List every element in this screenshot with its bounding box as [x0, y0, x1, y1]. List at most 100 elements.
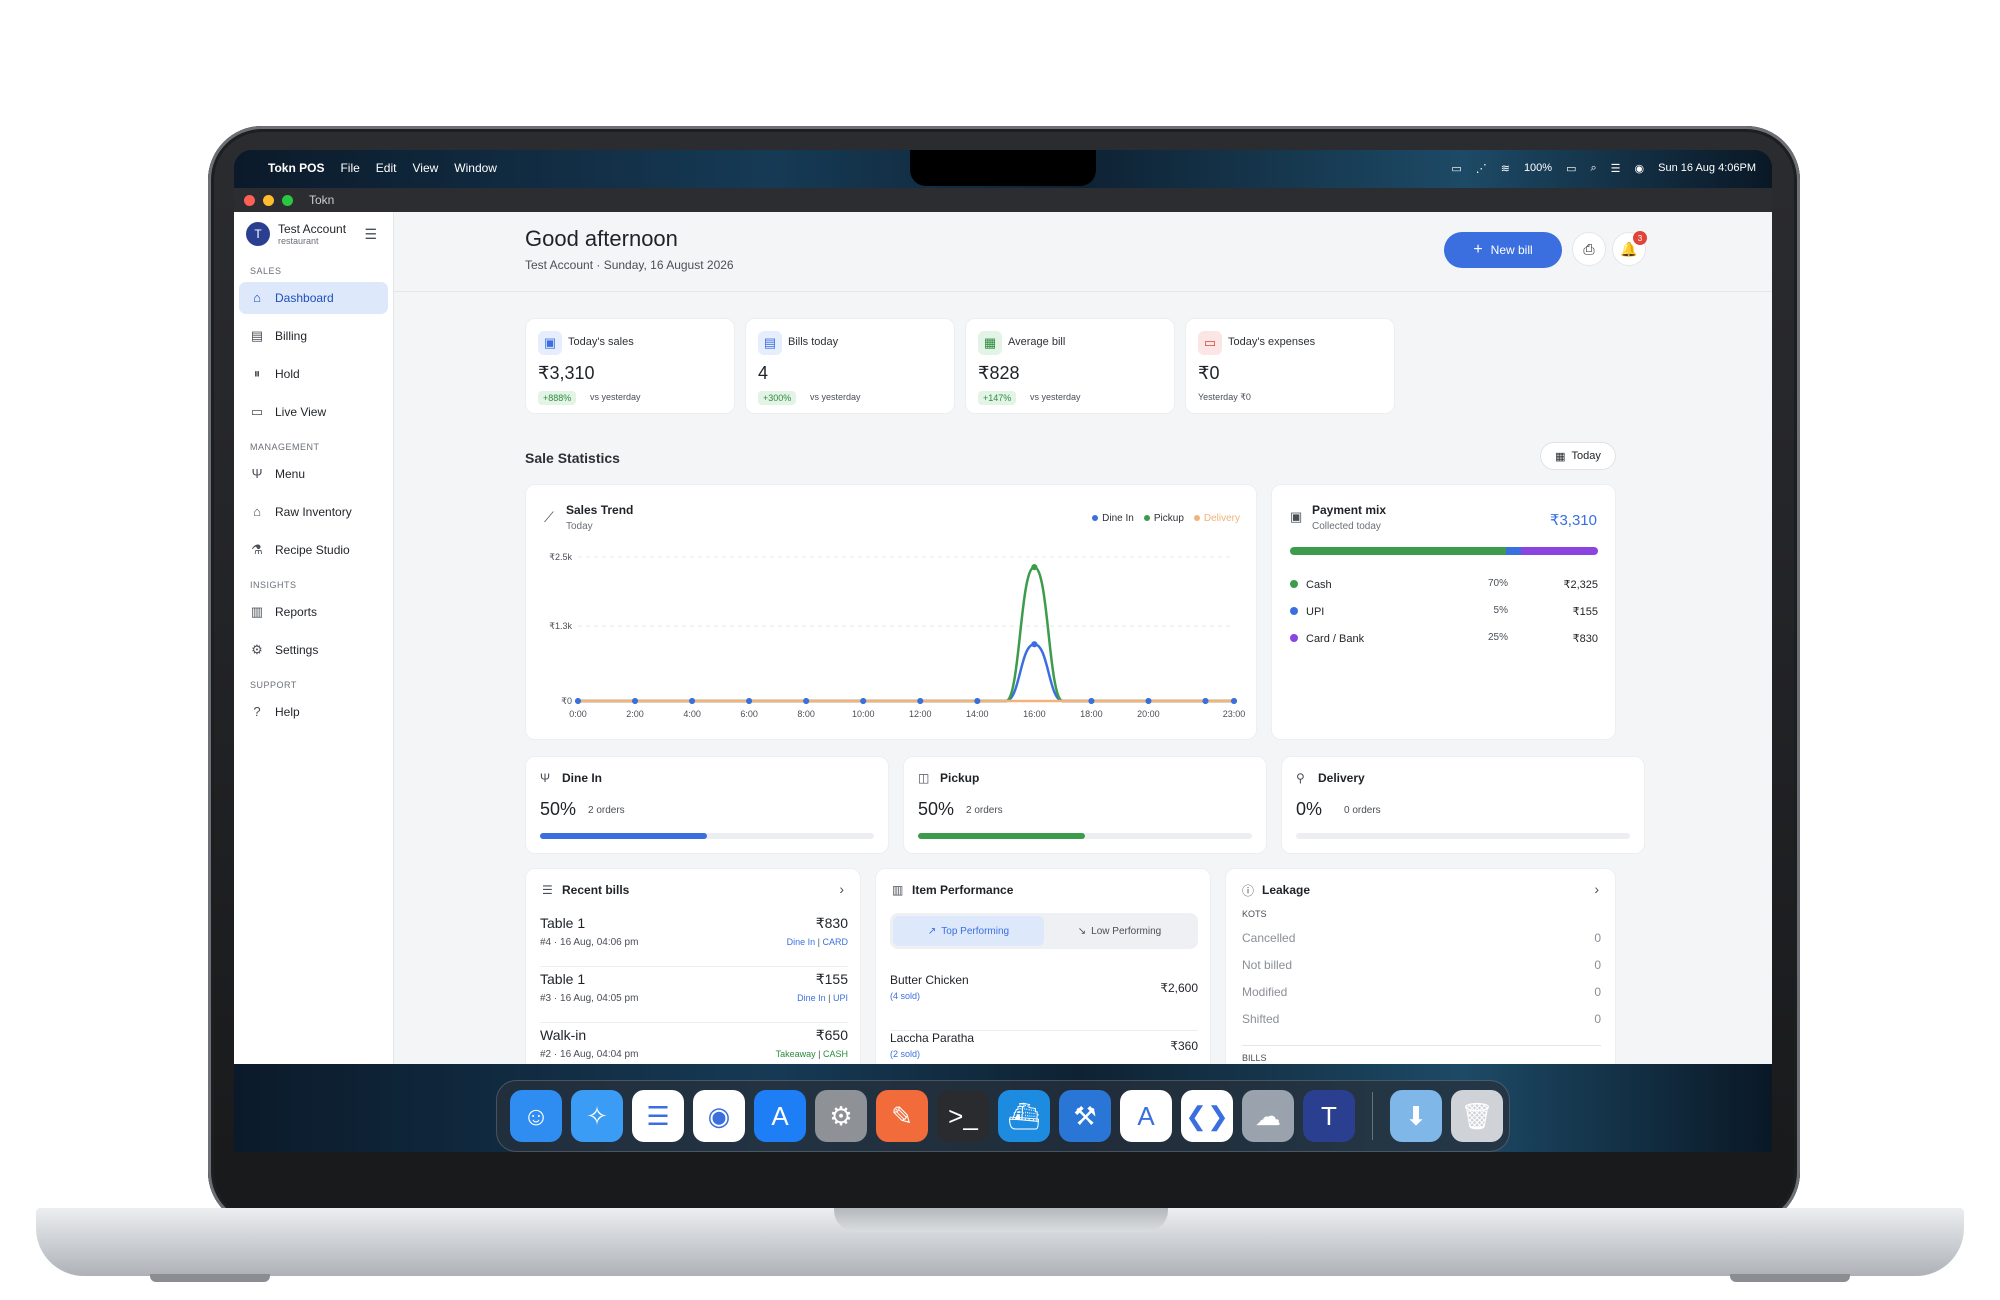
- sidebar-item-label: Reports: [275, 605, 318, 619]
- sidebar-item-reports[interactable]: ▥ Reports: [239, 596, 388, 628]
- postman-icon[interactable]: ✎: [876, 1090, 928, 1142]
- print-button[interactable]: ⎙: [1572, 232, 1606, 266]
- menu-view[interactable]: View: [412, 161, 438, 175]
- laptop-foot-right: [1730, 1274, 1850, 1282]
- downloads-folder-icon[interactable]: ⬇: [1390, 1090, 1442, 1142]
- bill-name: Table 1: [540, 971, 586, 987]
- utensils-icon: Ψ: [251, 466, 263, 481]
- receipt-icon: ▤: [250, 328, 264, 343]
- trash-icon[interactable]: 🗑: [1451, 1090, 1503, 1142]
- screen-mirror-icon[interactable]: ▭: [1451, 162, 1461, 175]
- x-tick-label: 12:00: [909, 709, 932, 719]
- menu-window[interactable]: Window: [454, 161, 497, 175]
- menu-app-name[interactable]: Tokn POS: [268, 161, 324, 175]
- notifications-button[interactable]: 🔔 3: [1612, 231, 1647, 266]
- tokn-icon[interactable]: T: [1303, 1090, 1355, 1142]
- kpi-value: ₹0: [1198, 363, 1220, 383]
- bill-name: Table 1: [540, 915, 586, 931]
- data-point: [1088, 698, 1095, 704]
- spotlight-search-icon[interactable]: ⌕: [1590, 162, 1596, 175]
- x-tick-label: 2:00: [626, 709, 644, 719]
- info-icon: ⓘ: [1242, 884, 1255, 898]
- sidebar-item-dashboard[interactable]: ⌂ Dashboard: [239, 282, 388, 314]
- system-settings-icon[interactable]: ⚙: [815, 1090, 867, 1142]
- sidebar-item-hold[interactable]: ⏸ Hold: [239, 358, 388, 390]
- account-type: restaurant: [278, 236, 319, 246]
- item-performance-card: ▥ Item Performance ↗ Top Performing ↘ Lo…: [875, 868, 1211, 1064]
- leakage-group-label: KOTS: [1242, 909, 1267, 919]
- finder-icon[interactable]: ☺: [510, 1090, 562, 1142]
- sidebar-section-sales: SALES: [250, 266, 282, 276]
- payment-mix-list: Cash 70% ₹2,325 UPI 5% ₹155 Card / Bank 25% ₹830: [1290, 571, 1598, 652]
- tab-top-performing[interactable]: ↗ Top Performing: [893, 916, 1044, 946]
- series-line-dine-in: [577, 643, 1234, 703]
- payment-mix-left: UPI: [1290, 606, 1324, 618]
- new-bill-button[interactable]: + New bill: [1444, 232, 1562, 268]
- instruments-icon[interactable]: A: [1120, 1090, 1172, 1142]
- sidebar-section-management: MANAGEMENT: [250, 442, 320, 452]
- item-performance-row: Butter Chicken (4 sold) ₹2,600: [890, 973, 1198, 1031]
- recent-bill-row[interactable]: Table 1 #3 · 16 Aug, 04:05 pm ₹155 Dine In …: [540, 967, 848, 1023]
- x-tick-label: 6:00: [740, 709, 758, 719]
- vscode-icon[interactable]: ❮❯: [1181, 1090, 1233, 1142]
- minimize-window-button[interactable]: [263, 194, 274, 206]
- sidebar-item-help[interactable]: ? Help: [239, 696, 388, 728]
- battery-icon[interactable]: ▭: [1566, 162, 1576, 175]
- chevron-right-icon[interactable]: ›: [839, 881, 844, 897]
- control-center-icon[interactable]: ☰: [1611, 162, 1621, 175]
- reminders-icon[interactable]: ☰: [632, 1090, 684, 1142]
- recent-bill-row[interactable]: Table 1 #4 · 16 Aug, 04:06 pm ₹830 Dine In …: [540, 911, 848, 967]
- collapse-sidebar-icon[interactable]: ☰: [364, 226, 377, 243]
- data-point: [1145, 698, 1152, 704]
- plus-icon: +: [1473, 241, 1483, 258]
- zoom-window-button[interactable]: [282, 194, 293, 206]
- tab-low-performing[interactable]: ↘ Low Performing: [1044, 916, 1195, 946]
- list-icon: ☰: [542, 883, 553, 897]
- payment-mix-segment: [1521, 547, 1598, 555]
- close-window-button[interactable]: [244, 194, 255, 206]
- performance-tabs: ↗ Top Performing ↘ Low Performing: [890, 913, 1198, 949]
- menu-clock[interactable]: Sun 16 Aug 4:06PM: [1658, 162, 1756, 174]
- page-header: [394, 212, 1772, 292]
- trending-up-icon: ↗: [927, 925, 937, 937]
- menu-edit[interactable]: Edit: [376, 161, 397, 175]
- docker-icon[interactable]: ⛴: [998, 1090, 1050, 1142]
- leakage-card: ⓘ Leakage › KOTS Cancelled 0 Not billed 0 Mo…: [1225, 868, 1616, 1064]
- channel-share: 50%: [918, 799, 955, 819]
- leakage-list: Cancelled 0 Not billed 0 Modified 0 Shifted 0: [1242, 931, 1601, 1039]
- payment-mix-row: UPI 5% ₹155: [1290, 598, 1598, 625]
- siri-icon[interactable]: ◉: [1635, 162, 1645, 175]
- chevron-right-icon[interactable]: ›: [1594, 881, 1599, 897]
- data-point: [689, 698, 696, 704]
- date-range-button[interactable]: ▦ Today: [1540, 442, 1616, 470]
- sidebar-item-recipe-studio[interactable]: ⚗ Recipe Studio: [239, 534, 388, 566]
- bill-tag: Dine In | CARD: [787, 937, 848, 947]
- bill-payment-mode: CARD: [822, 937, 848, 947]
- sidebar-section-insights: INSIGHTS: [250, 580, 297, 590]
- safari-icon[interactable]: ✧: [571, 1090, 623, 1142]
- app-store-icon[interactable]: A: [754, 1090, 806, 1142]
- payment-method-amount: ₹155: [1572, 606, 1598, 618]
- xcode-icon[interactable]: ⚒: [1059, 1090, 1111, 1142]
- account-switcher[interactable]: T Test Account restaurant ☰: [234, 212, 393, 252]
- wifi-icon[interactable]: ≋: [1501, 162, 1510, 175]
- simulator-icon[interactable]: ☁: [1242, 1090, 1294, 1142]
- gear-icon: ⚙: [251, 642, 263, 657]
- chrome-icon[interactable]: ◉: [693, 1090, 745, 1142]
- sidebar-item-live-view[interactable]: ▭ Live View: [239, 396, 388, 428]
- menu-file[interactable]: File: [340, 161, 359, 175]
- x-tick-label: 8:00: [797, 709, 815, 719]
- data-point: [575, 698, 581, 704]
- kpi-value: 4: [758, 363, 769, 383]
- sidebar-item-billing[interactable]: ▤ Billing: [239, 320, 388, 352]
- sidebar-item-settings[interactable]: ⚙ Settings: [239, 634, 388, 666]
- activity-icon[interactable]: ⋰: [1476, 162, 1487, 175]
- terminal-icon[interactable]: >_: [937, 1090, 989, 1142]
- sidebar-item-menu[interactable]: Ψ Menu: [239, 458, 388, 490]
- payment-dot: [1290, 579, 1298, 588]
- sidebar-item-raw-inventory[interactable]: ⌂ Raw Inventory: [239, 496, 388, 528]
- recent-bill-row[interactable]: Walk-in #2 · 16 Aug, 04:04 pm ₹650 Takeaway…: [540, 1023, 848, 1064]
- bill-amount: ₹650: [815, 1027, 848, 1043]
- y-tick-label: ₹1.3k: [549, 621, 572, 631]
- bill-order-type: Takeaway: [775, 1049, 816, 1059]
